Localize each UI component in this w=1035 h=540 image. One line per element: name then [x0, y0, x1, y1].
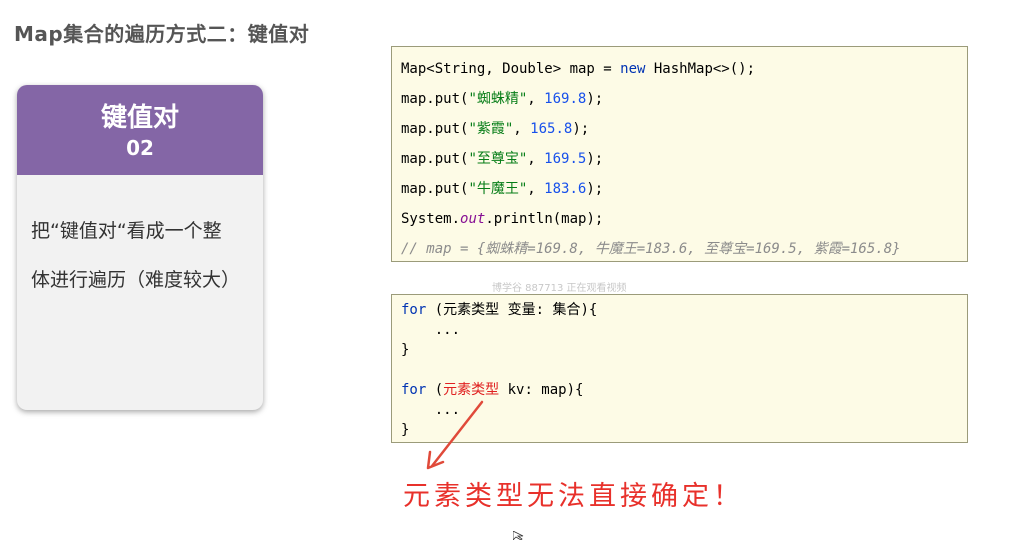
mouse-cursor-icon	[513, 531, 524, 540]
annotation-text: 元素类型无法直接确定！	[403, 481, 744, 512]
annotation-arrow-icon	[426, 400, 484, 470]
